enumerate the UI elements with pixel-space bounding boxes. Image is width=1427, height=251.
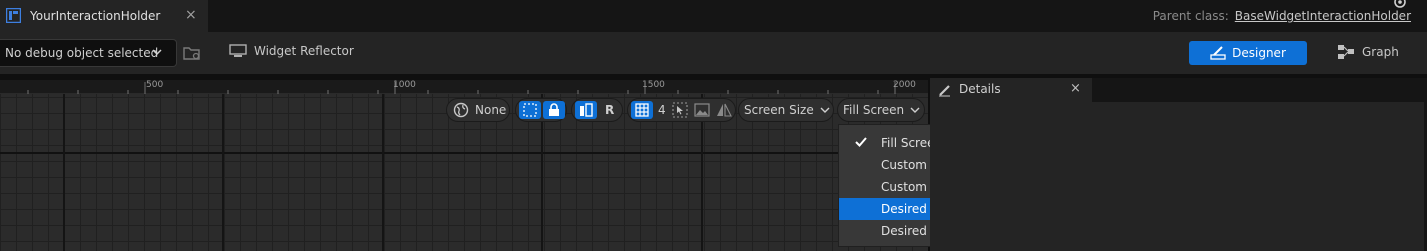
canvas-guide-horizontal [0, 152, 840, 154]
graph-mode-button[interactable]: Graph [1337, 44, 1399, 60]
details-body [930, 102, 1424, 251]
designer-brush-icon [1210, 46, 1226, 60]
debug-object-dropdown[interactable]: No debug object selected [0, 39, 177, 67]
tab-close-icon[interactable]: × [185, 7, 197, 23]
screen-size-dropdown[interactable]: Screen Size [738, 98, 834, 122]
widget-blueprint-icon [6, 8, 21, 23]
parent-class-info: Parent class: BaseWidgetInteractionHolder [1153, 9, 1411, 23]
marquee-select-button[interactable] [519, 101, 541, 119]
settings-pin-icon[interactable] [1393, 0, 1407, 9]
graph-nodes-icon [1338, 45, 1354, 59]
grid-icon [635, 103, 649, 117]
fill-mode-label: Fill Screen [843, 103, 905, 117]
ruler-ticks [27, 82, 896, 94]
lock-icon [549, 103, 559, 116]
canvas-guide-vertical [63, 94, 65, 251]
chevron-down-icon [910, 107, 920, 113]
widget-reflector-label: Widget Reflector [254, 44, 354, 58]
monitor-icon [229, 44, 247, 57]
checkmark-icon [855, 137, 867, 147]
editor-tab[interactable]: YourInteractionHolder × [0, 0, 208, 32]
details-title: Details [959, 82, 1001, 96]
ruler-label: 1000 [393, 80, 416, 90]
respect-locks-group: R [571, 98, 623, 122]
image-preview-icon[interactable] [694, 103, 710, 117]
grid-snap-value[interactable]: 4 [658, 103, 666, 117]
debug-object-label: No debug object selected [5, 46, 159, 60]
horizontal-ruler: 500 1000 1500 2000 [0, 80, 928, 94]
selection-lock-group [515, 98, 567, 122]
tab-title: YourInteractionHolder [30, 9, 161, 23]
parent-class-link[interactable]: BaseWidgetInteractionHolder [1235, 9, 1411, 23]
dashed-select-icon [523, 103, 537, 117]
canvas-guide-vertical [222, 94, 224, 251]
editor-toolbar: No debug object selected Widget Reflecto… [0, 32, 1427, 74]
canvas-guide-vertical [382, 94, 384, 251]
grid-snap-toggle[interactable] [631, 101, 653, 119]
pencil-icon [939, 85, 950, 97]
grid-snap-group: 4 [627, 98, 736, 122]
cursor-select-icon[interactable] [672, 102, 688, 118]
menu-item-label: Custom [881, 158, 927, 172]
ruler-label: 2000 [893, 80, 916, 90]
ruler-label: 500 [146, 80, 164, 90]
ruler-label: 1500 [642, 80, 665, 90]
designer-label: Designer [1232, 46, 1286, 60]
lock-toggle-button[interactable] [543, 101, 565, 119]
menu-item-label: Desired [881, 202, 927, 216]
browse-debug-folder-icon[interactable] [183, 45, 201, 61]
localization-label: None [475, 103, 507, 117]
graph-label: Graph [1362, 45, 1399, 59]
locks-toggle-icon [580, 103, 593, 117]
title-bar: YourInteractionHolder × Parent class: Bas… [0, 0, 1427, 32]
respect-locks-label[interactable]: R [605, 103, 614, 117]
chevron-down-icon [820, 107, 830, 113]
fill-mode-dropdown[interactable]: Fill Screen [837, 98, 925, 122]
localization-preview-button[interactable]: None [446, 98, 510, 122]
globe-icon [453, 102, 469, 118]
flip-icon[interactable] [716, 102, 732, 118]
screen-size-label: Screen Size [744, 103, 814, 117]
parent-class-label: Parent class: [1152, 9, 1229, 23]
widget-reflector-button[interactable]: Widget Reflector [229, 44, 354, 58]
details-tab[interactable]: Details × [930, 78, 1092, 102]
designer-mode-button[interactable]: Designer [1189, 41, 1307, 65]
chevron-down-icon [152, 49, 162, 56]
respect-locks-button[interactable] [575, 101, 597, 119]
details-close-icon[interactable]: × [1070, 81, 1081, 96]
